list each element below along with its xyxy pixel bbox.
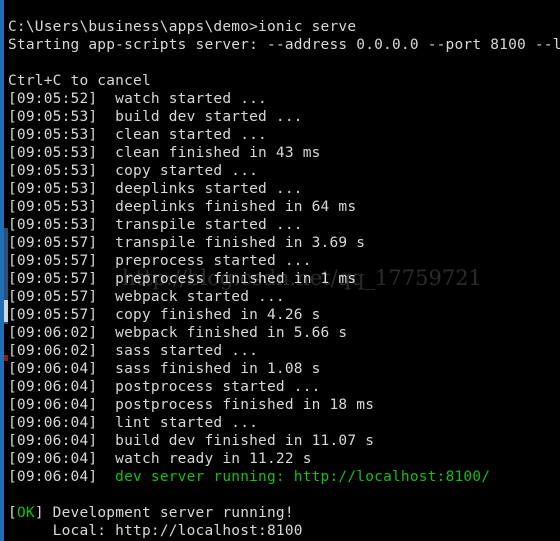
log-timestamp: [09:05:57] (8, 253, 116, 269)
log-message: lint started ... (115, 415, 259, 431)
log-row: [09:05:53] clean finished in 43 ms (8, 144, 560, 162)
log-row: [09:05:57] copy finished in 4.26 s (8, 306, 560, 324)
log-message: transpile finished in 3.69 s (115, 235, 366, 251)
local-url[interactable]: http://localhost:8100 (115, 523, 303, 539)
log-timestamp: [09:05:53] (8, 163, 116, 179)
dev-server-row: [09:06:04] dev server running: http://lo… (8, 468, 560, 486)
log-row: [09:06:04] watch ready in 11.22 s (8, 450, 560, 468)
log-message: preprocess started ... (115, 253, 312, 269)
log-message: deeplinks started ... (115, 181, 303, 197)
scrollbar-thumb-highlight[interactable] (4, 300, 8, 322)
log-row: [09:05:53] clean started ... (8, 126, 560, 144)
log-message: postprocess started ... (115, 379, 321, 395)
log-row: [09:05:57] transpile finished in 3.69 s (8, 234, 560, 252)
cancel-hint-line: Ctrl+C to cancel (8, 72, 560, 90)
local-url-row: Local: http://localhost:8100 (8, 522, 560, 540)
status-badge: OK (16, 505, 35, 521)
local-label: Local: (8, 523, 116, 539)
spacer-line-top (8, 0, 560, 18)
log-timestamp: [09:05:57] (8, 289, 116, 305)
scrollbar-marker (4, 355, 8, 361)
log-message: postprocess finished in 18 ms (115, 397, 375, 413)
terminal-window[interactable]: http://blog.csdn.net/qq_17759721 C:\User… (0, 0, 560, 541)
log-row: [09:05:57] preprocess started ... (8, 252, 560, 270)
log-row: [09:06:04] build dev finished in 11.07 s (8, 432, 560, 450)
log-message: clean started ... (115, 127, 267, 143)
log-timestamp: [09:05:57] (8, 307, 116, 323)
log-timestamp: [09:05:52] (8, 91, 116, 107)
log-timestamp: [09:06:04] (8, 379, 116, 395)
log-row: [09:05:57] preprocess finished in 1 ms (8, 270, 560, 288)
log-timestamp: [09:06:04] (8, 361, 116, 377)
ok-bracket-open: [ (8, 505, 17, 521)
log-message: transpile started ... (115, 217, 303, 233)
log-timestamp: [09:06:04] (8, 433, 116, 449)
log-timestamp: [09:06:02] (8, 343, 116, 359)
log-timestamp: [09:06:02] (8, 325, 116, 341)
log-timestamp: [09:05:57] (8, 235, 116, 251)
log-message: webpack finished in 5.66 s (115, 325, 348, 341)
log-timestamp: [09:05:53] (8, 217, 116, 233)
log-message: webpack started ... (115, 289, 285, 305)
cancel-hint-text: Ctrl+C to cancel (8, 73, 151, 89)
log-message: clean finished in 43 ms (115, 145, 321, 161)
spacer-line-1 (8, 54, 560, 72)
log-message: watch ready in 11.22 s (115, 451, 312, 467)
ok-headline: Development server running! (43, 505, 294, 521)
dev-server-timestamp: [09:06:04] (8, 469, 116, 485)
log-timestamp: [09:06:04] (8, 451, 116, 467)
prompt-path: C:\Users\business\apps\demo> (8, 19, 259, 35)
log-row: [09:05:53] build dev started ... (8, 108, 560, 126)
log-timestamp: [09:05:53] (8, 109, 116, 125)
log-message: copy finished in 4.26 s (115, 307, 321, 323)
starting-line: Starting app-scripts server: --address 0… (8, 36, 560, 54)
log-row: [09:05:57] webpack started ... (8, 288, 560, 306)
log-timestamp: [09:05:57] (8, 271, 116, 287)
log-message: sass finished in 1.08 s (115, 361, 321, 377)
log-row: [09:06:04] postprocess started ... (8, 378, 560, 396)
log-row: [09:06:04] postprocess finished in 18 ms (8, 396, 560, 414)
log-timestamp: [09:05:53] (8, 181, 116, 197)
log-message: watch started ... (115, 91, 267, 107)
log-message: preprocess finished in 1 ms (115, 271, 357, 287)
log-row: [09:06:04] sass finished in 1.08 s (8, 360, 560, 378)
log-row: [09:05:53] deeplinks started ... (8, 180, 560, 198)
log-row: [09:05:52] watch started ... (8, 90, 560, 108)
prompt-command: ionic serve (258, 19, 357, 35)
log-timestamp: [09:06:04] (8, 397, 116, 413)
ok-bracket-close: ] (34, 505, 44, 521)
log-timestamp: [09:05:53] (8, 127, 116, 143)
log-row: [09:06:02] sass started ... (8, 342, 560, 360)
log-row: [09:05:53] transpile started ... (8, 216, 560, 234)
log-timestamp: [09:05:53] (8, 145, 116, 161)
log-row: [09:05:53] copy started ... (8, 162, 560, 180)
log-row: [09:06:02] webpack finished in 5.66 s (8, 324, 560, 342)
dev-server-message[interactable]: dev server running: http://localhost:810… (115, 469, 490, 485)
log-message: build dev finished in 11.07 s (115, 433, 375, 449)
spacer-line-2 (8, 486, 560, 504)
log-timestamp: [09:05:53] (8, 199, 116, 215)
log-message: sass started ... (115, 343, 259, 359)
log-message: build dev started ... (115, 109, 303, 125)
log-row: [09:06:04] lint started ... (8, 414, 560, 432)
starting-text: Starting app-scripts server: --address 0… (8, 37, 560, 53)
window-border (2, 0, 4, 541)
log-timestamp: [09:06:04] (8, 415, 116, 431)
ok-status-row: [OK] Development server running! (8, 504, 560, 522)
prompt-line: C:\Users\business\apps\demo>ionic serve (8, 18, 560, 36)
console-output[interactable]: C:\Users\business\apps\demo>ionic serve … (8, 0, 560, 541)
log-message: deeplinks finished in 64 ms (115, 199, 357, 215)
log-row: [09:05:53] deeplinks finished in 64 ms (8, 198, 560, 216)
log-message: copy started ... (115, 163, 259, 179)
